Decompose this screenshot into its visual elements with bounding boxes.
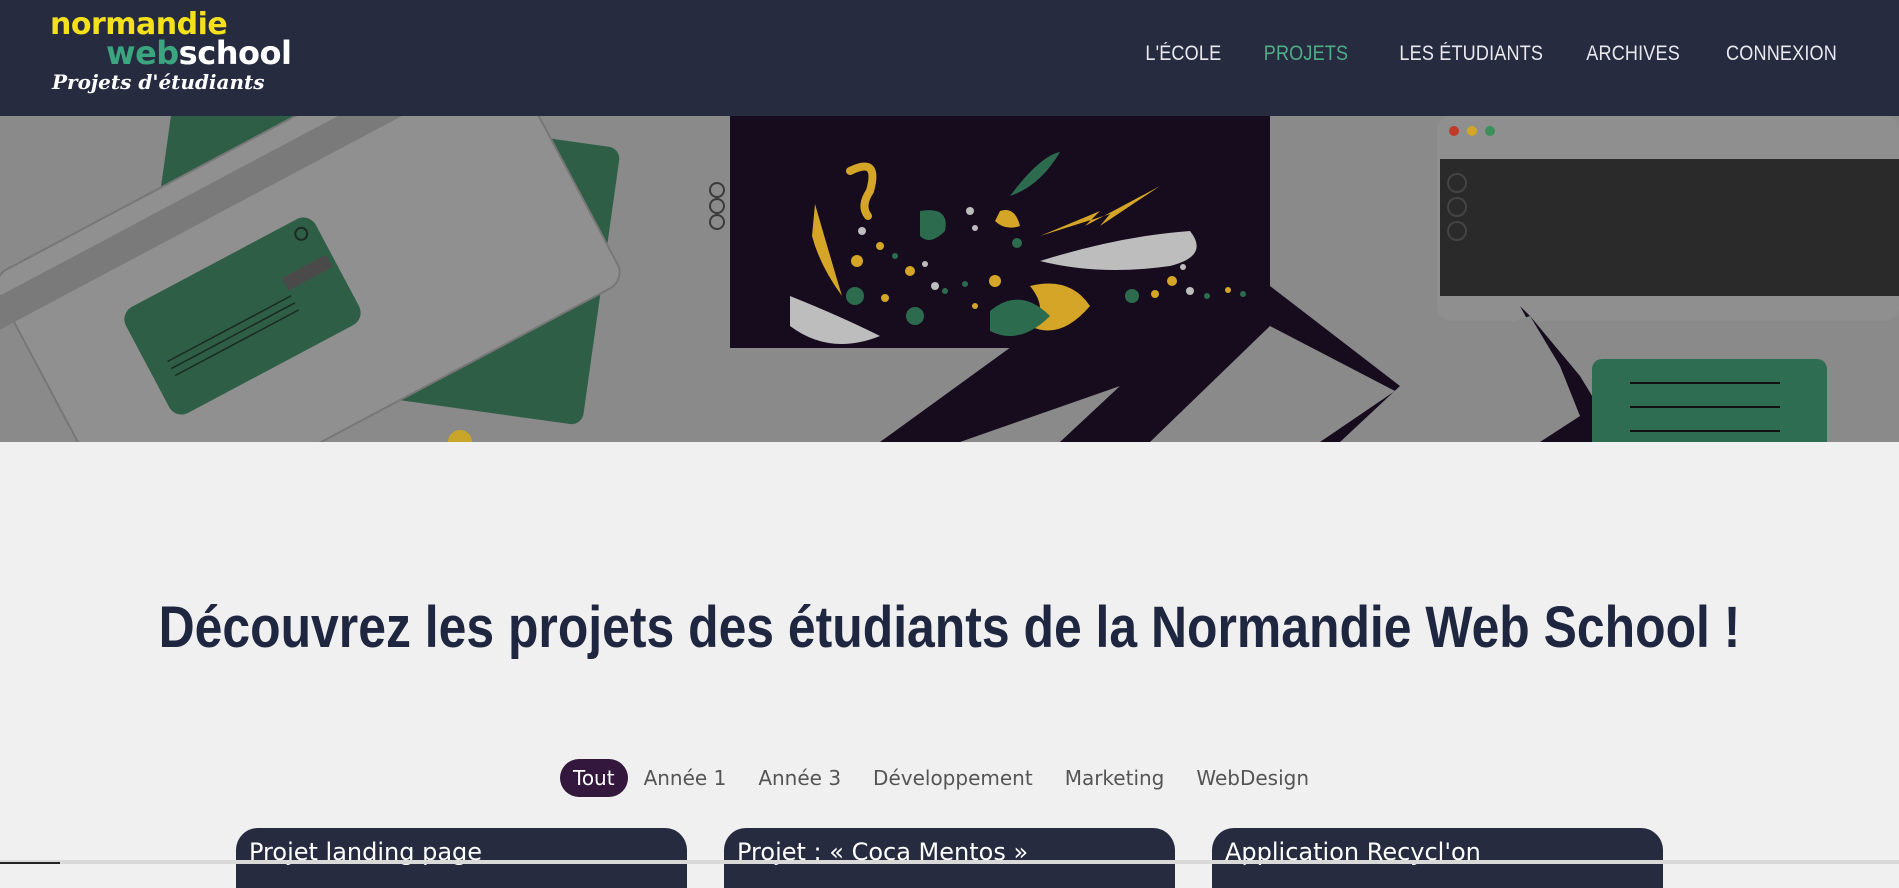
nav-item-projets[interactable]: PROJETS: [1263, 42, 1347, 66]
project-card[interactable]: Application Recycl'on: [1212, 828, 1663, 888]
logo-tagline: Projets d'étudiants: [52, 70, 265, 94]
horizontal-scrollbar[interactable]: [0, 860, 1899, 864]
hero-banner: [0, 116, 1899, 442]
site-header: normandie webschool Projets d'étudiants …: [0, 0, 1899, 116]
nav-item-etudiants[interactable]: LES ÉTUDIANTS: [1399, 42, 1543, 66]
filter-webdesign[interactable]: WebDesign: [1180, 759, 1325, 797]
logo-web: web: [106, 34, 179, 72]
logo-school: school: [178, 34, 292, 72]
filter-annee-3[interactable]: Année 3: [742, 759, 857, 797]
main-nav: L'ÉCOLE PROJETS LES ÉTUDIANTS ARCHIVES C…: [1105, 42, 1837, 66]
nav-item-archives[interactable]: ARCHIVES: [1586, 42, 1680, 66]
site-logo[interactable]: normandie webschool Projets d'étudiants: [50, 8, 300, 98]
filter-developpement[interactable]: Développement: [857, 759, 1049, 797]
nav-item-ecole[interactable]: L'ÉCOLE: [1146, 42, 1222, 66]
filter-annee-1[interactable]: Année 1: [628, 759, 743, 797]
project-card[interactable]: Projet landing page: [236, 828, 687, 888]
hero-illustration: [0, 116, 1899, 442]
nav-item-connexion[interactable]: CONNEXION: [1726, 42, 1837, 66]
filter-tout[interactable]: Tout: [560, 759, 628, 797]
filter-marketing[interactable]: Marketing: [1049, 759, 1181, 797]
page-title: Découvrez les projets des étudiants de l…: [158, 595, 1741, 660]
logo-line-webschool: webschool: [106, 34, 292, 72]
project-card[interactable]: Projet : « Coca Mentos »: [724, 828, 1175, 888]
project-filters: Tout Année 1 Année 3 Développement Marke…: [560, 759, 1325, 797]
